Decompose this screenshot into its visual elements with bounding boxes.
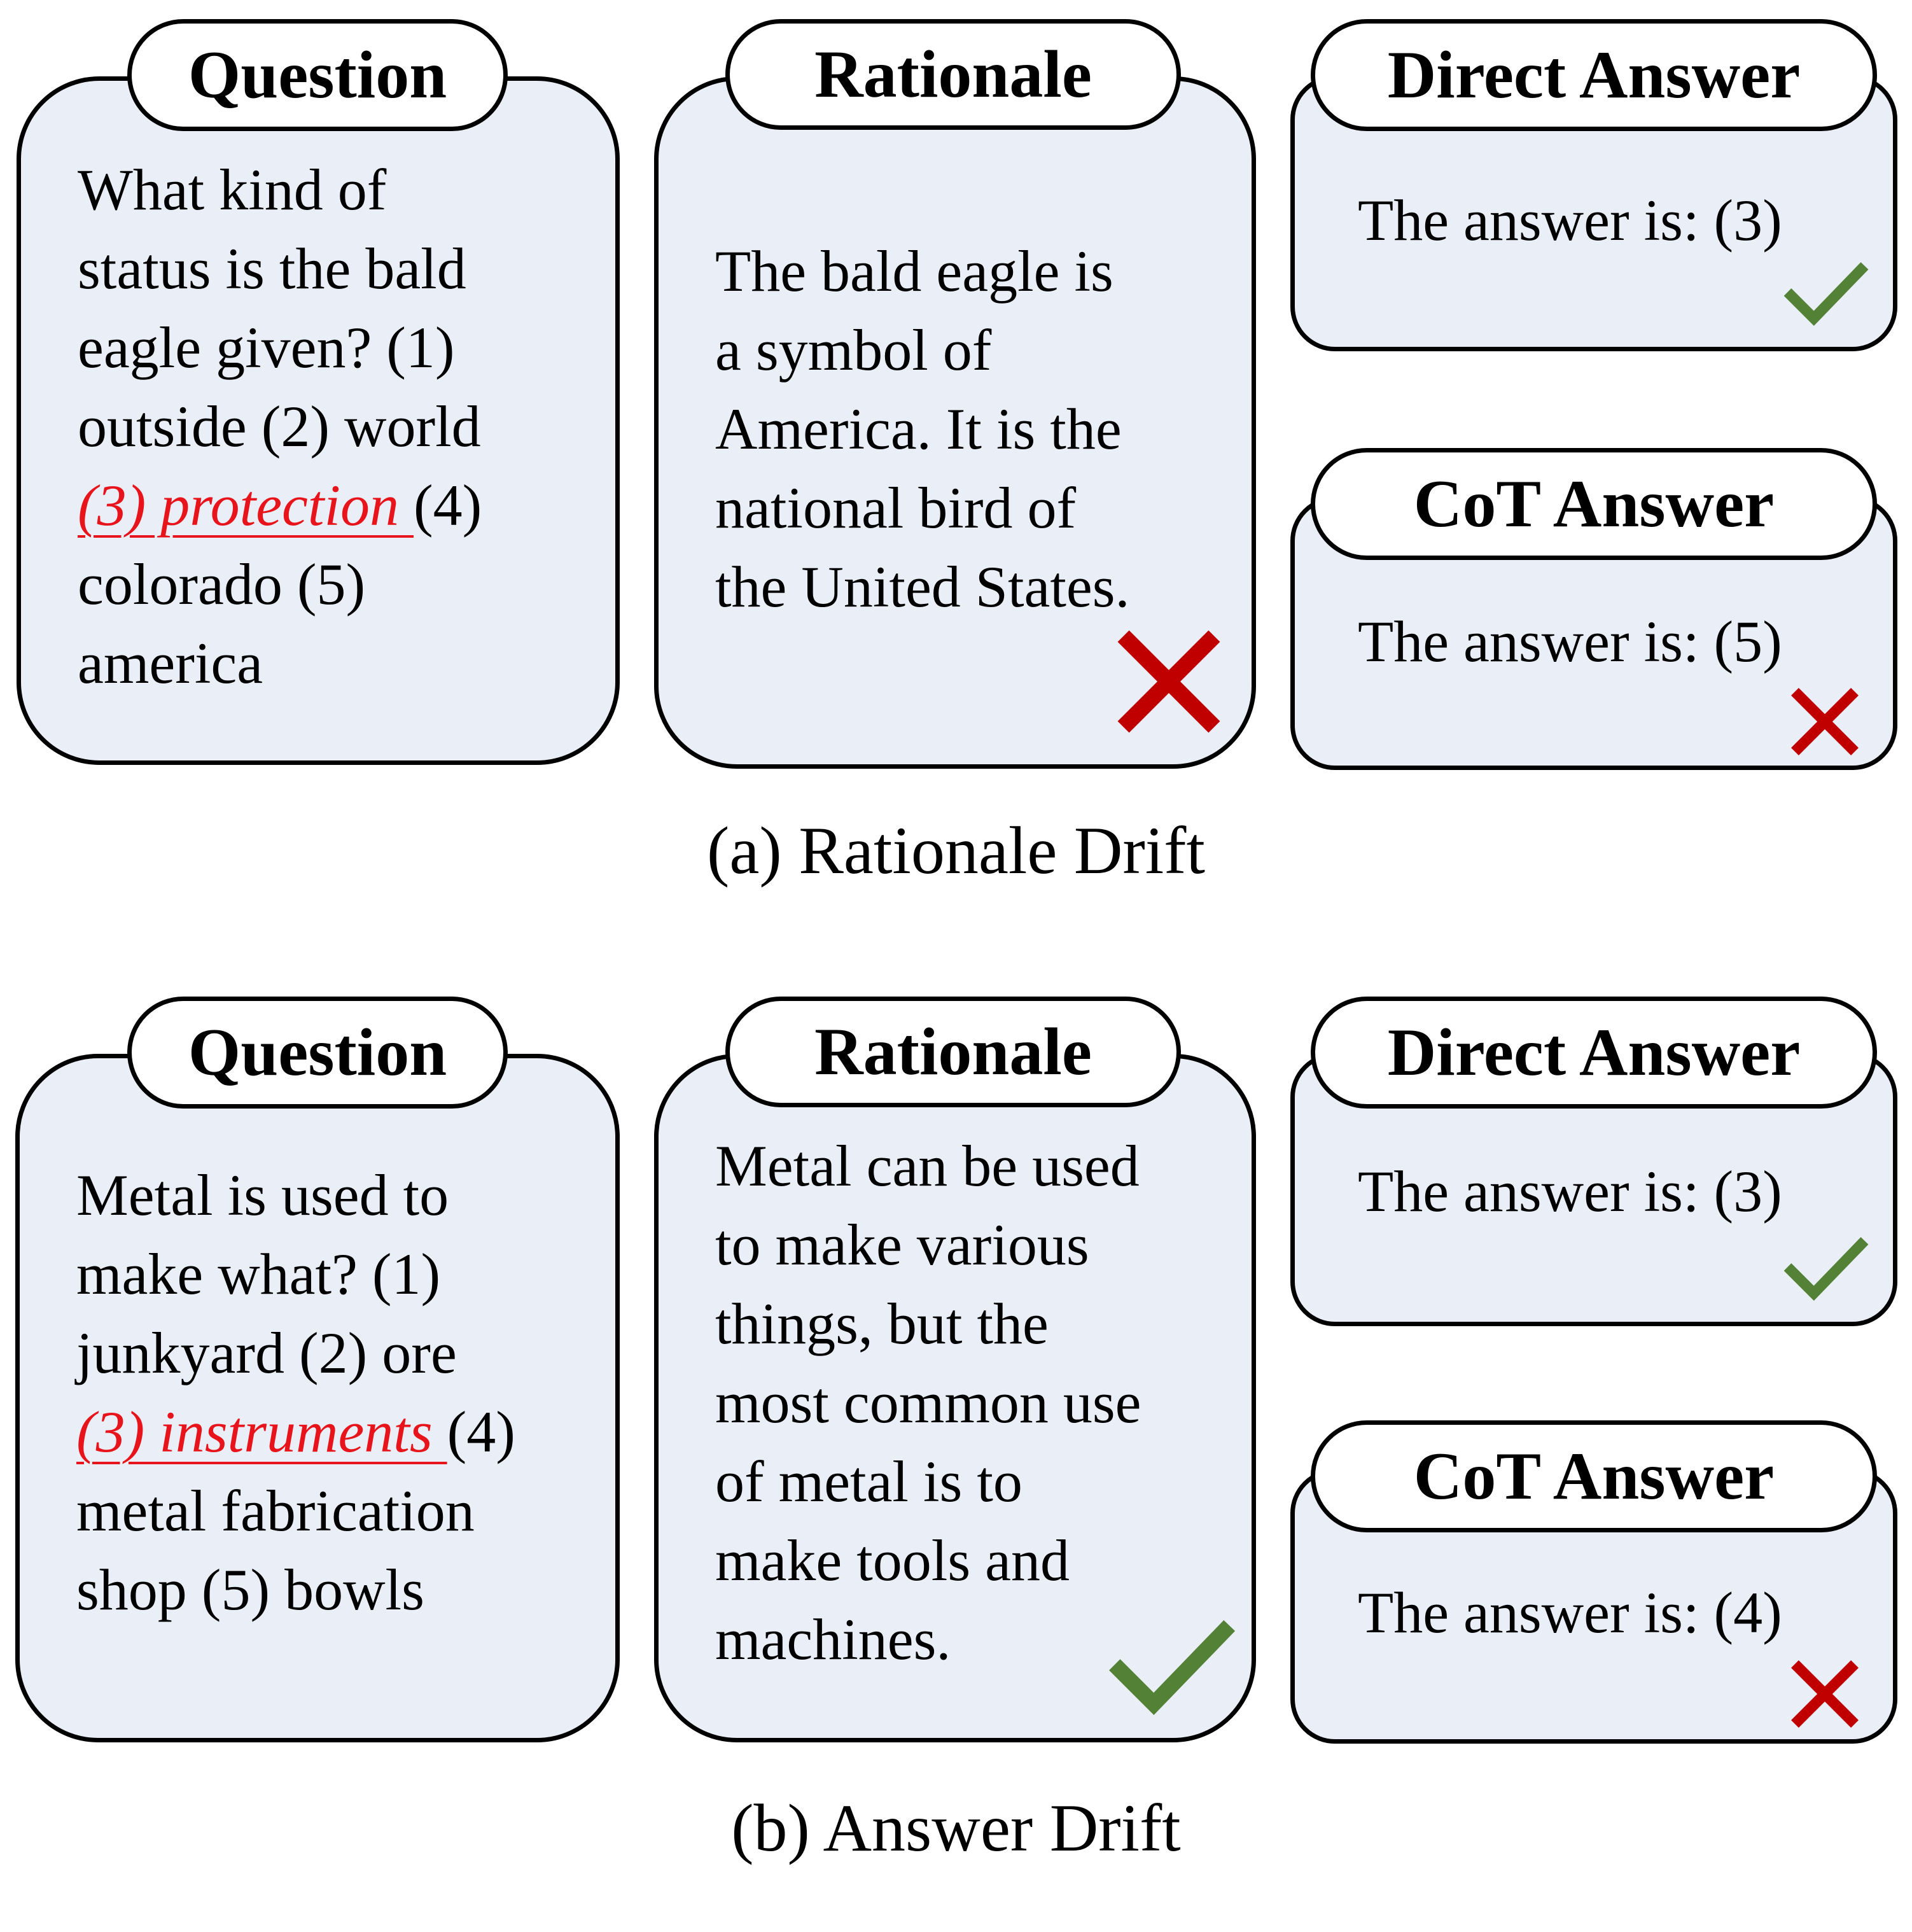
gold-answer-option: (3) instruments	[76, 1399, 447, 1464]
cot-answer-label: CoT Answer	[1311, 1420, 1877, 1532]
panel-rationale-drift: Question What kind of status is the bald…	[0, 0, 1912, 955]
question-line: eagle given? (1)	[78, 315, 455, 380]
rationale-line: things, but the	[715, 1291, 1049, 1356]
question-line-rest: (4)	[414, 473, 482, 538]
question-line-highlight: (3) protection (4)	[78, 466, 482, 545]
rationale-text: Metal can be used to make various things…	[715, 1126, 1141, 1679]
rationale-line: The bald eagle is	[715, 239, 1113, 304]
panel-answer-drift: Question Metal is used to make what? (1)…	[0, 977, 1912, 1932]
cross-icon	[1791, 1660, 1859, 1728]
question-text: What kind of status is the bald eagle gi…	[78, 150, 482, 703]
question-label: Question	[127, 997, 508, 1109]
cot-answer-label: CoT Answer	[1311, 448, 1877, 560]
question-line: status is the bald	[78, 236, 466, 301]
rationale-line: national bird of	[715, 475, 1077, 540]
direct-answer-label: Direct Answer	[1311, 997, 1877, 1109]
rationale-line: a symbol of	[715, 318, 992, 382]
question-line: junkyard (2) ore	[76, 1320, 457, 1385]
rationale-line: machines.	[715, 1607, 951, 1672]
question-line: make what? (1)	[76, 1242, 441, 1306]
panel-caption: (a) Rationale Drift	[707, 813, 1205, 888]
rationale-line: America. It is the	[715, 396, 1122, 461]
rationale-label: Rationale	[725, 997, 1181, 1107]
question-line-rest: (4)	[447, 1399, 515, 1464]
gold-answer-option: (3) protection	[78, 473, 414, 538]
question-line: colorado (5)	[78, 552, 366, 617]
rationale-line: the United States.	[715, 554, 1130, 619]
question-line: What kind of	[78, 157, 387, 222]
rationale-text: The bald eagle is a symbol of America. I…	[715, 232, 1130, 626]
cross-icon	[1117, 630, 1220, 733]
rationale-line: most common use	[715, 1370, 1141, 1435]
direct-answer-label: Direct Answer	[1311, 19, 1877, 131]
question-line: outside (2) world	[78, 394, 481, 459]
question-line: america	[78, 631, 263, 696]
check-icon	[1783, 262, 1869, 326]
rationale-label: Rationale	[725, 19, 1181, 130]
question-text: Metal is used to make what? (1) junkyard…	[76, 1156, 515, 1629]
rationale-line: make tools and	[715, 1528, 1070, 1593]
question-line-highlight: (3) instruments (4)	[76, 1392, 515, 1471]
cot-answer-text: The answer is: (4)	[1358, 1580, 1782, 1645]
rationale-line: to make various	[715, 1212, 1089, 1277]
cross-icon	[1791, 688, 1859, 755]
question-line: shop (5) bowls	[76, 1557, 424, 1622]
question-label: Question	[127, 19, 508, 131]
question-line: Metal is used to	[76, 1163, 449, 1228]
rationale-line: of metal is to	[715, 1449, 1022, 1514]
direct-answer-text: The answer is: (3)	[1358, 1159, 1782, 1224]
check-icon	[1783, 1237, 1869, 1301]
direct-answer-text: The answer is: (3)	[1358, 188, 1782, 253]
cot-answer-text: The answer is: (5)	[1358, 609, 1782, 674]
rationale-line: Metal can be used	[715, 1133, 1140, 1198]
check-icon	[1109, 1620, 1236, 1716]
question-line: metal fabrication	[76, 1478, 475, 1543]
panel-caption: (b) Answer Drift	[731, 1791, 1181, 1865]
